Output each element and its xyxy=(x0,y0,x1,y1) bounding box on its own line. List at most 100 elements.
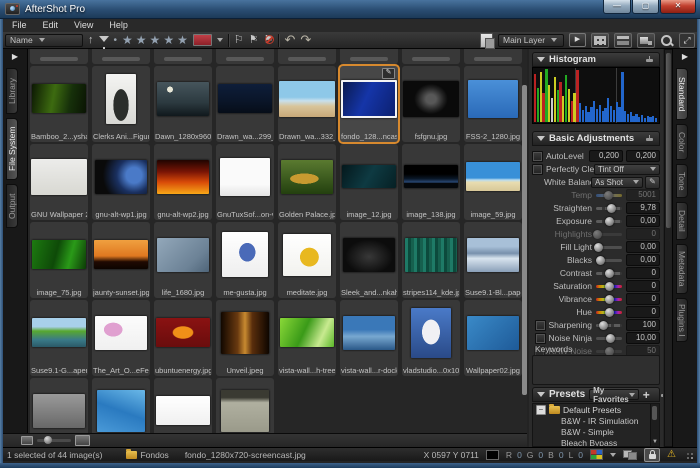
menu-item-file[interactable]: File xyxy=(4,19,35,32)
thumbnail-cell[interactable]: Drawn_wa...332_.jpg xyxy=(278,66,336,142)
thumbnail-cell[interactable]: fsfgnu.jpg xyxy=(402,66,460,142)
thumbnail-cell[interactable]: Bamboo_2...ysha.jpg xyxy=(30,66,88,142)
contrast-value[interactable]: 0 xyxy=(626,267,660,279)
menu-item-edit[interactable]: Edit xyxy=(35,19,67,32)
exposure-value[interactable]: 0,00 xyxy=(626,215,660,227)
slider-knob[interactable] xyxy=(596,256,605,265)
slider-knob[interactable] xyxy=(605,269,614,278)
minimize-button[interactable]: — xyxy=(603,0,631,14)
thumbnail-cell[interactable]: image_138.jpg xyxy=(402,144,460,220)
expander-icon[interactable]: – xyxy=(536,405,546,415)
rotate-right-icon[interactable]: ↷ xyxy=(300,33,311,47)
layer-select[interactable]: Main Layer xyxy=(498,34,564,47)
thumbnail-cell[interactable]: gnu-alt-wp1.jpg xyxy=(92,144,150,220)
thumbnail-cell[interactable] xyxy=(154,49,212,64)
thumbnail-cell[interactable] xyxy=(216,49,274,64)
thumbnail-cell[interactable] xyxy=(92,378,150,433)
thumbnail-cell[interactable]: me-gusta.jpg xyxy=(216,222,274,298)
star-icon[interactable]: ★ xyxy=(150,33,161,47)
thumbnail-cell[interactable]: life_1680.jpg xyxy=(154,222,212,298)
star-icon[interactable]: ★ xyxy=(177,33,188,47)
tab-output[interactable]: Output xyxy=(6,184,18,228)
thumbnail-cell[interactable] xyxy=(92,49,150,64)
tab-color[interactable]: Color xyxy=(676,124,688,160)
basic-adjustments-header[interactable]: Basic Adjustments xyxy=(532,131,660,146)
sort-by-select[interactable]: Name xyxy=(5,34,83,47)
thumbnail-cell[interactable]: image_12.jpg xyxy=(340,144,398,220)
straighten-slider[interactable] xyxy=(596,207,622,210)
rotate-left-icon[interactable]: ↶ xyxy=(284,33,295,47)
thumbnail-cell[interactable]: ubuntuenergy.jpg xyxy=(154,300,212,376)
highlights-value[interactable]: 0 xyxy=(626,228,660,240)
tab-metadata[interactable]: Metadata xyxy=(676,244,688,294)
scrollbar-thumb[interactable] xyxy=(666,53,671,228)
magnifier-icon[interactable] xyxy=(660,34,674,47)
scrollbar-thumb[interactable] xyxy=(652,406,657,420)
perfectly-clear-select[interactable]: Tint Off xyxy=(594,164,660,175)
collapse-icon[interactable] xyxy=(537,136,545,141)
star-icon[interactable]: ★ xyxy=(163,33,174,47)
flag-pick-icon[interactable]: ⚐ xyxy=(234,33,244,47)
autolevel-white-value[interactable]: 0,200 xyxy=(626,150,660,162)
filter-icon[interactable] xyxy=(99,36,109,42)
thumbnail-view-icon[interactable] xyxy=(591,33,609,48)
menu-item-view[interactable]: View xyxy=(66,19,101,32)
slider-knob[interactable] xyxy=(599,321,608,330)
slider-knob[interactable] xyxy=(606,334,615,343)
thumbnail-cell[interactable]: GNU Wallpaper 2.jpg xyxy=(30,144,88,220)
thumbnail-cell[interactable]: The_Art_O...eFear.jpg xyxy=(92,300,150,376)
split-view-icon[interactable] xyxy=(614,33,632,48)
warning-icon[interactable]: ⚠ xyxy=(667,449,676,461)
flag-reject-icon[interactable]: ⚑ xyxy=(264,33,274,47)
presets-favorites-select[interactable]: My Favorites xyxy=(589,389,639,400)
fullscreen-icon[interactable]: ⤢ xyxy=(679,33,695,48)
chevron-down-icon[interactable] xyxy=(610,453,616,457)
saturation-slider[interactable] xyxy=(596,285,622,288)
noise-ninja-value[interactable]: 10,00 xyxy=(626,332,660,344)
tab-library[interactable]: Library xyxy=(6,68,18,114)
thumbnail-cell[interactable] xyxy=(216,378,274,433)
preset-item[interactable]: Bleach Bypass xyxy=(533,437,659,447)
star-icon[interactable]: ★ xyxy=(122,33,133,47)
slider-knob[interactable] xyxy=(605,217,614,226)
thumbnail-cell[interactable]: Clerks Ani...Figure.jpg xyxy=(92,66,150,142)
sharpening-checkbox[interactable] xyxy=(535,320,546,331)
collapse-icon[interactable] xyxy=(537,57,545,62)
temp-value[interactable]: 5001 xyxy=(626,189,660,201)
presets-scrollbar[interactable]: ▼ xyxy=(650,404,659,446)
rating-none-icon[interactable]: • xyxy=(114,35,118,46)
thumbnail-cell[interactable]: image_75.jpg xyxy=(30,222,88,298)
thumbnail-cell[interactable]: GnuTuxSof...on-v1.jpg xyxy=(216,144,274,220)
thumbnail-cell[interactable]: meditate.jpg xyxy=(278,222,336,298)
raw-noise-slider[interactable] xyxy=(596,350,622,353)
slider-knob[interactable] xyxy=(605,282,614,291)
copy-settings-icon[interactable] xyxy=(480,33,493,48)
pin-icon[interactable] xyxy=(645,55,655,65)
perfectly-clear-checkbox[interactable] xyxy=(532,164,543,175)
blacks-value[interactable]: 0,00 xyxy=(626,254,660,266)
tab-plugins-i[interactable]: Plugins I xyxy=(676,298,688,342)
hue-value[interactable]: 0 xyxy=(626,306,660,318)
thumbnail-cell[interactable]: Wallpaper02.jpg xyxy=(464,300,522,376)
slider-knob[interactable] xyxy=(607,204,616,213)
thumbnail-cell[interactable]: vista-wall...h-tree.jpg xyxy=(278,300,336,376)
menu-item-help[interactable]: Help xyxy=(101,19,136,32)
thumbnail-cell[interactable] xyxy=(340,49,398,64)
thumbnail-size-slider[interactable] xyxy=(37,439,71,442)
slideshow-icon[interactable]: ▶ xyxy=(569,33,586,47)
slider-knob[interactable] xyxy=(593,230,602,239)
thumbnail-cell[interactable] xyxy=(402,49,460,64)
tab-standard[interactable]: Standard xyxy=(676,68,688,120)
slider-knob[interactable] xyxy=(605,308,614,317)
noise-ninja-checkbox[interactable] xyxy=(535,333,546,344)
highlights-slider[interactable] xyxy=(596,233,622,236)
thumbnail-cell[interactable] xyxy=(30,49,88,64)
thumbnail-cell[interactable]: Unveil.jpeg xyxy=(216,300,274,376)
close-button[interactable]: ✕ xyxy=(660,0,696,14)
autolevel-checkbox[interactable] xyxy=(532,151,543,162)
preset-folder-row[interactable]: –Default Presets xyxy=(533,404,659,415)
temp-slider[interactable] xyxy=(596,194,622,197)
straighten-value[interactable]: 9,78 xyxy=(626,202,660,214)
white-balance-dropper-icon[interactable]: ✎ xyxy=(645,176,660,189)
color-profile-icon[interactable] xyxy=(590,449,603,460)
